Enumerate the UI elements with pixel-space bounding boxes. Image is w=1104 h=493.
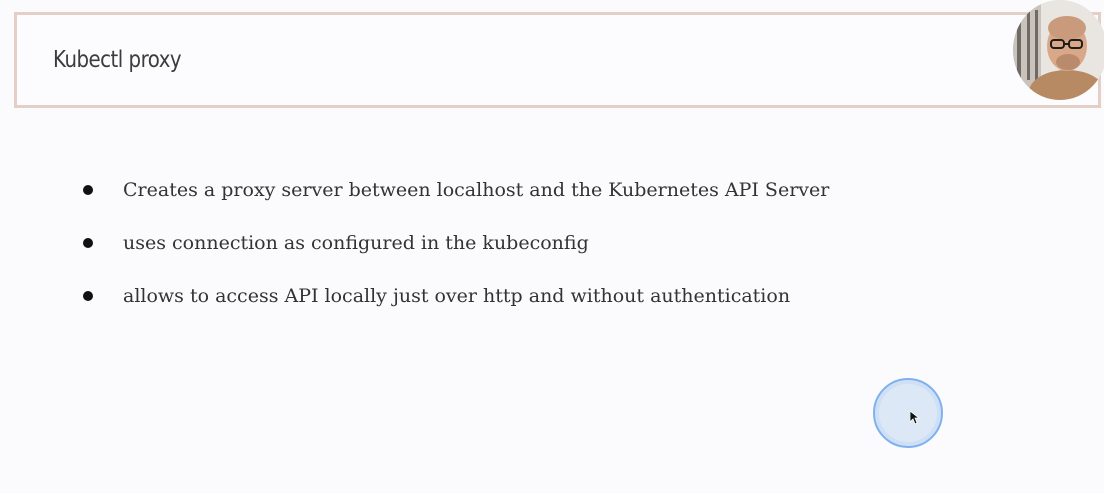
list-item: allows to access API locally just over h… <box>82 280 829 333</box>
cursor-highlight <box>873 378 943 448</box>
presenter-webcam <box>1013 0 1104 100</box>
bullet-text: uses connection as configured in the kub… <box>123 232 589 254</box>
cursor-highlight-inner <box>879 384 937 442</box>
list-item: uses connection as configured in the kub… <box>82 227 829 280</box>
bullet-text: Creates a proxy server between localhost… <box>123 179 830 201</box>
mouse-pointer-icon <box>910 411 920 425</box>
bullet-list: Creates a proxy server between localhost… <box>82 174 829 333</box>
slide-title-box: Kubectl proxy <box>14 12 1101 108</box>
bullet-text: allows to access API locally just over h… <box>123 285 791 307</box>
slide-title: Kubectl proxy <box>53 47 182 73</box>
bullet-icon <box>83 291 93 301</box>
presenter-image <box>1013 0 1104 100</box>
bullet-icon <box>83 238 93 248</box>
list-item: Creates a proxy server between localhost… <box>82 174 829 227</box>
bullet-icon <box>83 185 93 195</box>
